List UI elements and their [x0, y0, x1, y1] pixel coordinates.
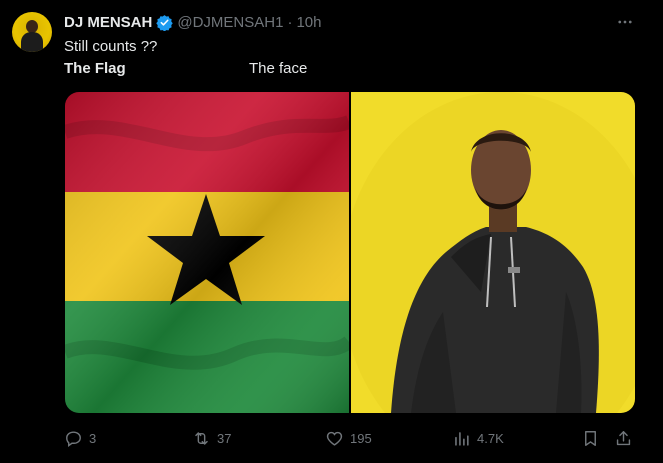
like-count: 195: [350, 430, 372, 446]
views-icon: [455, 431, 469, 446]
reply-count: 3: [89, 430, 97, 446]
separator-dot: ·: [287, 13, 293, 31]
avatar[interactable]: [12, 12, 52, 52]
reply-icon: [66, 430, 81, 447]
like-icon: [326, 431, 343, 446]
views-button[interactable]: 4.7K: [452, 428, 504, 448]
more-icon: [618, 20, 632, 24]
views-count: 4.7K: [477, 430, 504, 446]
more-button[interactable]: [612, 10, 638, 34]
avatar-body: [21, 32, 43, 52]
ghana-flag-image[interactable]: [65, 92, 349, 413]
share-button[interactable]: [614, 428, 633, 448]
reply-button[interactable]: 3: [64, 428, 96, 448]
timestamp[interactable]: 10h: [296, 14, 321, 31]
media-grid: [65, 92, 635, 413]
share-icon: [616, 430, 631, 445]
action-bar: 3 37 195 4.7K: [64, 428, 639, 448]
like-button[interactable]: 195: [325, 428, 372, 448]
bookmark-icon: [585, 430, 596, 446]
retweet-icon: [195, 431, 208, 445]
portrait-image[interactable]: [351, 92, 635, 413]
left-caption: The Flag: [64, 60, 126, 77]
display-name[interactable]: DJ MENSAH: [64, 14, 152, 31]
verified-badge-icon: [156, 14, 174, 31]
right-caption: The face: [249, 60, 308, 77]
tweet-header: DJ MENSAH @DJMENSAH1 · 10h: [64, 12, 321, 32]
user-handle[interactable]: @DJMENSAH1: [177, 14, 283, 31]
retweet-count: 37: [217, 430, 232, 446]
bookmark-button[interactable]: [581, 428, 600, 448]
tweet-text-line: Still counts ??: [64, 38, 158, 55]
tweet-card[interactable]: DJ MENSAH @DJMENSAH1 · 10h Still counts …: [0, 0, 663, 463]
retweet-button[interactable]: 37: [192, 428, 231, 448]
